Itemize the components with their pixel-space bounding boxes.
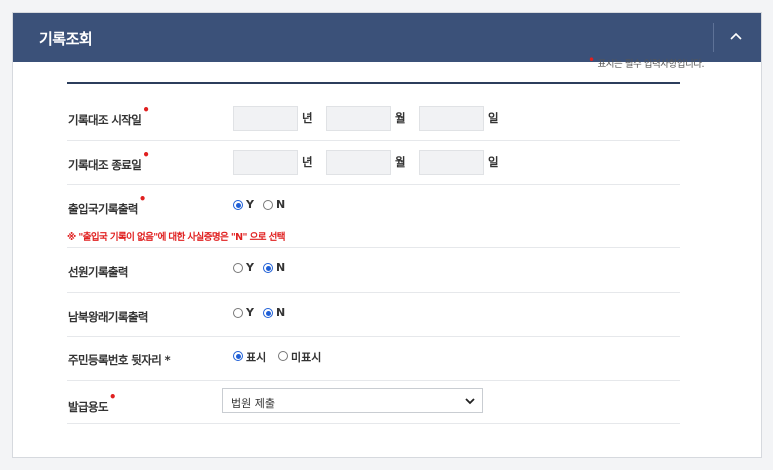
crew-record-label: 선원기록출력	[68, 265, 128, 279]
panel-header: 기록조회	[13, 13, 761, 62]
required-star-icon: •	[108, 390, 117, 404]
end-day-input[interactable]	[419, 150, 484, 175]
immigration-n-radio[interactable]	[263, 200, 273, 210]
start-date-label: 기록대조 시작일 •	[68, 103, 150, 127]
inter-korea-record-row: 남북왕래기록출력 Y N	[67, 293, 680, 337]
required-star-icon: •	[587, 53, 595, 67]
resident-number-label: 주민등록번호 뒷자리 *	[68, 353, 171, 367]
immigration-record-label: 출입국기록출력 •	[68, 192, 146, 216]
year-unit: 년	[302, 155, 313, 169]
inter-korea-n-radio[interactable]	[263, 308, 273, 318]
required-note: • 표시는 필수 입력사항입니다.	[587, 53, 705, 70]
crew-n-label[interactable]: N	[276, 261, 285, 274]
show-radio[interactable]	[233, 351, 243, 361]
panel-title: 기록조회	[39, 30, 93, 48]
issue-purpose-select[interactable]: 법원 제출	[222, 388, 483, 413]
resident-number-row: 주민등록번호 뒷자리 * 표시 미표시	[67, 337, 680, 381]
hide-radio[interactable]	[278, 351, 288, 361]
show-label[interactable]: 표시	[246, 349, 266, 365]
immigration-record-row: 출입국기록출력 • Y N	[67, 185, 680, 225]
required-star-icon: •	[138, 192, 147, 206]
start-date-row: 기록대조 시작일 • 년 월 일	[67, 95, 680, 141]
crew-record-row: 선원기록출력 Y N	[67, 248, 680, 293]
hide-label[interactable]: 미표시	[291, 349, 321, 365]
immigration-y-label[interactable]: Y	[246, 198, 254, 211]
crew-y-label[interactable]: Y	[246, 261, 254, 274]
year-unit: 년	[302, 111, 313, 125]
month-unit: 월	[395, 111, 406, 125]
inter-korea-y-label[interactable]: Y	[246, 306, 254, 319]
inter-korea-y-radio[interactable]	[233, 308, 243, 318]
chevron-up-icon	[730, 32, 742, 40]
required-star-icon: •	[142, 148, 150, 162]
day-unit: 일	[488, 111, 499, 125]
month-unit: 월	[395, 155, 406, 169]
end-month-input[interactable]	[326, 150, 391, 175]
inter-korea-n-label[interactable]: N	[276, 306, 285, 319]
end-date-row: 기록대조 종료일 • 년 월 일	[67, 141, 680, 185]
immigration-warning: ※ "출입국 기록이 없음"에 대한 사실증명은 "N" 으로 선택	[67, 232, 285, 243]
start-month-input[interactable]	[326, 106, 391, 131]
immigration-n-label[interactable]: N	[276, 198, 285, 211]
crew-n-radio[interactable]	[263, 263, 273, 273]
start-day-input[interactable]	[419, 106, 484, 131]
issue-purpose-label: 발급용도 •	[68, 390, 117, 414]
end-date-label: 기록대조 종료일 •	[68, 148, 150, 172]
form-top-border	[67, 82, 680, 84]
crew-y-radio[interactable]	[233, 263, 243, 273]
required-star-icon: •	[142, 103, 150, 117]
header-divider	[713, 23, 714, 52]
chevron-down-icon	[465, 398, 475, 405]
start-year-input[interactable]	[233, 106, 298, 131]
inter-korea-record-label: 남북왕래기록출력	[68, 310, 148, 324]
end-year-input[interactable]	[233, 150, 298, 175]
day-unit: 일	[488, 155, 499, 169]
immigration-y-radio[interactable]	[233, 200, 243, 210]
issue-purpose-value: 법원 제출	[231, 397, 275, 410]
collapse-button[interactable]	[717, 13, 761, 62]
